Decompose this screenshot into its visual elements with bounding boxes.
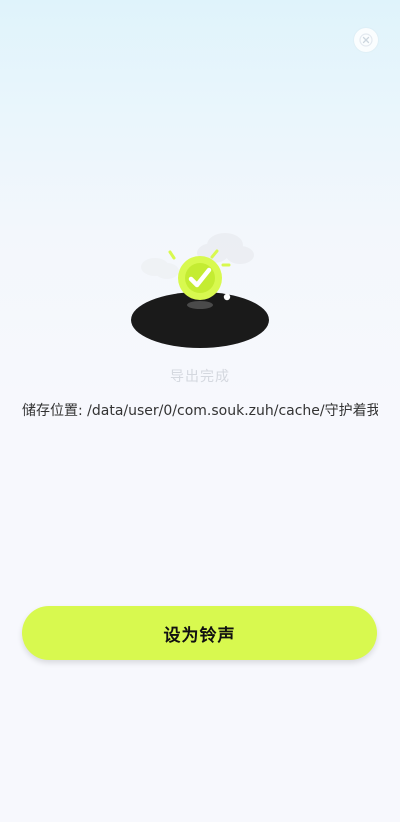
- disc-icon: [131, 292, 269, 348]
- close-icon: [359, 33, 373, 47]
- export-complete-title: 导出完成: [170, 369, 230, 385]
- success-illustration: [125, 225, 275, 355]
- close-button[interactable]: [354, 28, 378, 52]
- set-ringtone-label: 设为铃声: [163, 625, 236, 646]
- storage-path-text: 储存位置: /data/user/0/com.souk.zuh/cache/守护…: [22, 403, 378, 419]
- checkmark-icon: [178, 256, 222, 300]
- set-ringtone-button[interactable]: 设为铃声: [22, 606, 377, 660]
- top-bar: [0, 0, 400, 80]
